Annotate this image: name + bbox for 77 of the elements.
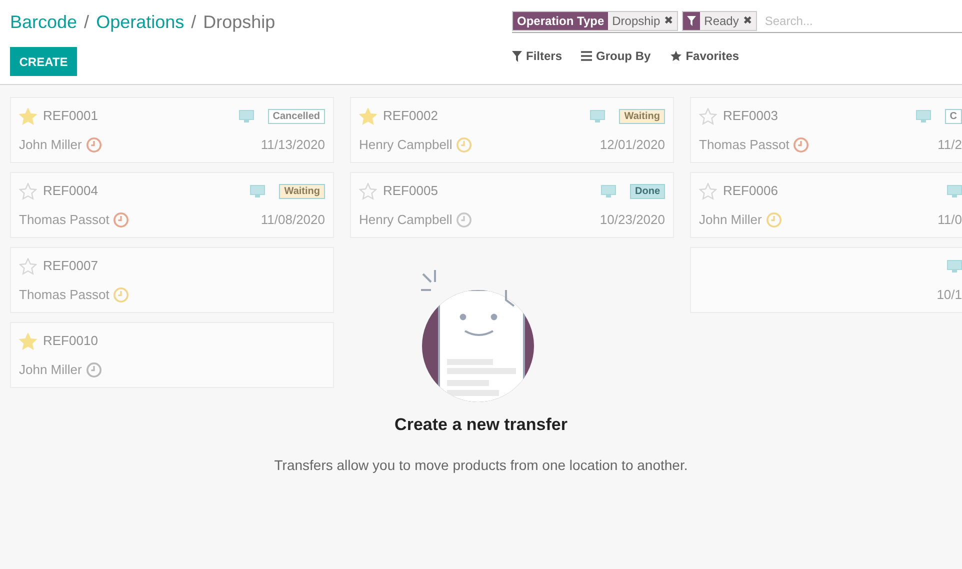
status-badge: Waiting bbox=[619, 108, 665, 124]
transfer-card[interactable]: REF0001 Cancelled John Miller 11/13/2020 bbox=[10, 97, 334, 163]
status-badge: Cancelled bbox=[268, 108, 325, 124]
star-icon bbox=[670, 50, 682, 62]
contact-name: Thomas Passot bbox=[699, 136, 790, 154]
star-icon[interactable] bbox=[19, 182, 37, 200]
transfer-card[interactable]: REF0007 Thomas Passot bbox=[10, 247, 334, 313]
reference-text: REF0010 bbox=[43, 332, 98, 350]
status-badge: Done bbox=[630, 184, 665, 198]
clock-icon[interactable] bbox=[456, 212, 472, 228]
transfer-card[interactable]: REF0010 John Miller bbox=[10, 322, 334, 388]
status-badge: Waiting bbox=[279, 184, 325, 198]
date-text: 12/01/2020 bbox=[600, 136, 665, 154]
star-icon[interactable] bbox=[19, 108, 37, 124]
breadcrumb-current: Dropship bbox=[203, 11, 276, 34]
breadcrumb-separator: / bbox=[191, 11, 196, 34]
transfer-card[interactable]: REF0004 Waiting Thomas Passot 11/08/2020 bbox=[10, 172, 334, 238]
reference-text: REF0004 bbox=[43, 182, 98, 200]
date-text: 11/2 bbox=[938, 136, 962, 154]
menu-icon bbox=[581, 51, 592, 61]
reference-text: REF0001 bbox=[43, 107, 98, 126]
facet-remove[interactable]: ✖ bbox=[742, 12, 756, 30]
breadcrumb-separator: / bbox=[84, 11, 90, 34]
facet-remove[interactable]: ✖ bbox=[664, 12, 678, 30]
search-facet[interactable]: Ready ✖ bbox=[682, 10, 757, 30]
reference-text: REF0003 bbox=[723, 107, 778, 126]
search-facet[interactable]: Operation Type Dropship ✖ bbox=[512, 10, 678, 30]
star-icon[interactable] bbox=[359, 182, 377, 200]
date-text: 11/0 bbox=[938, 211, 962, 230]
transfer-card[interactable]: REF0003 C Thomas Passot 11/2 bbox=[690, 97, 962, 163]
contact-name: Henry Campbell bbox=[359, 211, 452, 230]
reference-text: REF0005 bbox=[383, 182, 438, 200]
date-text: 11/08/2020 bbox=[260, 211, 325, 230]
clock-icon[interactable] bbox=[113, 212, 130, 228]
star-icon[interactable] bbox=[699, 108, 717, 124]
date-text: 10/23/2020 bbox=[600, 211, 665, 230]
filter-icon bbox=[687, 16, 696, 26]
date-text: 11/13/2020 bbox=[260, 136, 325, 154]
star-icon[interactable] bbox=[359, 108, 377, 124]
filter-icon bbox=[512, 50, 522, 62]
reference-text: REF0002 bbox=[383, 107, 438, 126]
create-button[interactable]: CREATE bbox=[10, 47, 77, 76]
reference-text: REF0006 bbox=[723, 182, 778, 200]
star-icon[interactable] bbox=[19, 332, 37, 350]
search-bar[interactable]: Operation Type Dropship ✖ Ready ✖ Search... bbox=[512, 10, 962, 33]
clock-icon[interactable] bbox=[86, 362, 102, 378]
reference-text: REF0007 bbox=[43, 257, 98, 276]
facet-label: Operation Type bbox=[513, 12, 608, 30]
contact-name: Thomas Passot bbox=[19, 211, 110, 230]
empty-state-text: Transfers allow you to move products from one location to another. bbox=[274, 456, 688, 475]
contact-name: John Miller bbox=[19, 136, 82, 154]
contact-name: John Miller bbox=[699, 211, 762, 230]
search-input[interactable]: Search... bbox=[764, 12, 962, 30]
transfer-card[interactable]: REF0006 John Miller 11/0 bbox=[690, 172, 962, 238]
contact-name: Henry Campbell bbox=[359, 136, 452, 154]
breadcrumb-link[interactable]: Operations bbox=[96, 9, 184, 36]
search-option-button[interactable]: Favorites bbox=[670, 47, 740, 65]
clock-icon[interactable] bbox=[86, 137, 102, 153]
clock-icon[interactable] bbox=[766, 212, 782, 228]
breadcrumb-link[interactable]: Barcode bbox=[10, 9, 78, 36]
clock-icon[interactable] bbox=[456, 137, 472, 153]
facet-value: Ready bbox=[700, 12, 743, 30]
clock-icon[interactable] bbox=[113, 287, 130, 303]
date-text: 10/1 bbox=[936, 286, 962, 304]
search-option-button[interactable]: Filters bbox=[512, 47, 562, 65]
star-icon[interactable] bbox=[19, 258, 37, 274]
clock-icon[interactable] bbox=[793, 137, 810, 153]
star-icon[interactable] bbox=[699, 182, 717, 200]
contact-name: Thomas Passot bbox=[19, 286, 110, 304]
status-badge: C bbox=[944, 108, 962, 124]
transfer-card[interactable]: REF0005 Done Henry Campbell 10/23/2020 bbox=[350, 172, 674, 238]
transfer-card[interactable]: 10/1 bbox=[690, 247, 962, 313]
contact-name: John Miller bbox=[19, 361, 82, 380]
empty-state-title: Create a new transfer bbox=[394, 414, 568, 436]
facet-value: Dropship bbox=[608, 12, 664, 30]
transfer-card[interactable]: REF0002 Waiting Henry Campbell 12/01/2020 bbox=[350, 97, 674, 163]
search-option-button[interactable]: Group By bbox=[581, 47, 651, 65]
